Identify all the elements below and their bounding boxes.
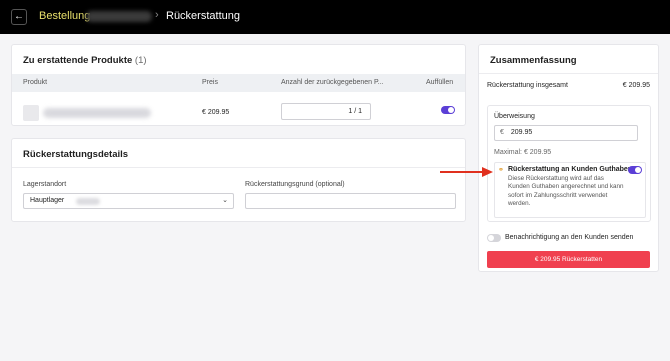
breadcrumb-order-link[interactable]: Bestellung — [39, 10, 90, 22]
page-title: Rückerstattung — [166, 10, 240, 22]
quantity-input[interactable]: 1 / 1 — [281, 103, 371, 120]
col-product: Produkt — [23, 79, 48, 86]
blurred-order-number — [86, 11, 152, 22]
back-button[interactable]: ← — [11, 9, 27, 25]
details-divider — [12, 167, 465, 168]
link-icon: ⚭ — [498, 167, 504, 174]
location-label: Lagerstandort — [23, 181, 67, 188]
total-value: € 209.95 — [622, 82, 650, 89]
products-title-text: Zu erstattende Produkte — [23, 55, 133, 66]
details-title: Rückerstattungsdetails — [23, 149, 129, 160]
products-card: Zu erstattende Produkte (1) Produkt Prei… — [11, 44, 466, 126]
blurred-product-name — [43, 108, 151, 118]
reason-input[interactable] — [245, 193, 456, 209]
max-amount-text: Maximal: € 209.95 — [494, 149, 552, 156]
refund-amount-value: 209.95 — [510, 129, 533, 136]
products-count: (1) — [134, 55, 147, 66]
store-credit-title: Rückerstattung an Kunden Guthaben — [508, 166, 633, 173]
col-restock: Auffüllen — [426, 79, 454, 86]
location-select[interactable]: Hauptlager ⌄ — [23, 193, 234, 209]
summary-card: Zusammenfassung Rückerstattung insgesamt… — [478, 44, 659, 272]
chevron-down-icon: ⌄ — [222, 197, 228, 204]
blurred-location-suffix — [76, 198, 100, 205]
refund-button[interactable]: € 209.95 Rückerstatten — [487, 251, 650, 268]
chevron-right-icon: › — [155, 9, 159, 21]
notify-customer-label: Benachrichtigung an den Kunden senden — [505, 234, 634, 241]
summary-title: Zusammenfassung — [490, 55, 577, 66]
col-price: Preis — [202, 79, 218, 86]
top-bar: ← Bestellung › Rückerstattung — [0, 0, 670, 34]
refund-amount-input[interactable]: € 209.95 — [494, 125, 638, 141]
currency-symbol: € — [500, 129, 504, 136]
notify-customer-toggle[interactable] — [487, 234, 501, 242]
transfer-label: Überweisung — [494, 113, 535, 120]
refund-details-card: Rückerstattungsdetails Lagerstandort Hau… — [11, 138, 466, 222]
product-thumbnail — [23, 105, 39, 121]
store-credit-option: ⚭ Rückerstattung an Kunden Guthaben Dies… — [494, 162, 646, 218]
annotation-arrow-icon — [440, 167, 493, 177]
reason-label: Rückerstattungsgrund (optional) — [245, 181, 345, 188]
table-header — [12, 74, 465, 92]
transfer-section: Überweisung € 209.95 Maximal: € 209.95 ⚭… — [487, 105, 651, 222]
store-credit-description: Diese Rückerstattung wird auf das Kunden… — [508, 175, 624, 207]
summary-divider — [479, 73, 658, 74]
col-quantity: Anzahl der zurückgegebenen P... — [281, 79, 384, 86]
arrow-left-icon: ← — [14, 11, 24, 22]
product-price: € 209.95 — [202, 109, 230, 116]
total-label: Rückerstattung insgesamt — [487, 82, 568, 89]
products-title: Zu erstattende Produkte (1) — [23, 55, 147, 66]
restock-toggle[interactable] — [441, 106, 455, 114]
location-value: Hauptlager — [30, 197, 65, 204]
store-credit-toggle[interactable] — [628, 166, 642, 174]
